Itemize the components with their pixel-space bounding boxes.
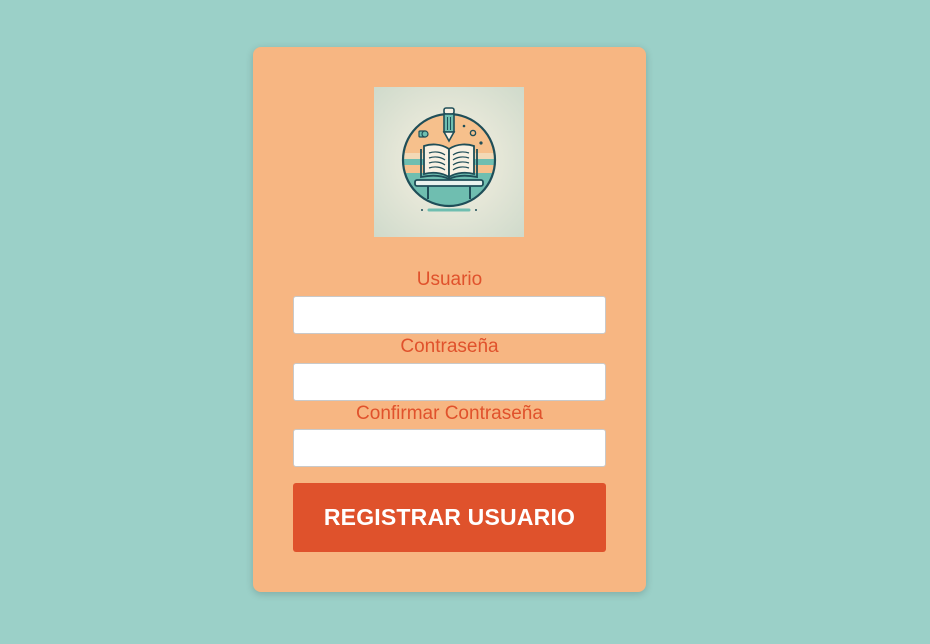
logo-book-icon bbox=[374, 87, 524, 237]
password-label: Contraseña bbox=[400, 336, 499, 357]
password-input[interactable] bbox=[293, 363, 606, 401]
username-input[interactable] bbox=[293, 296, 606, 334]
register-card: Usuario Contraseña Confirmar Contraseña … bbox=[253, 47, 646, 592]
confirm-password-label: Confirmar Contraseña bbox=[356, 403, 543, 424]
register-user-button[interactable]: REGISTRAR USUARIO bbox=[293, 483, 606, 552]
confirm-password-input[interactable] bbox=[293, 429, 606, 467]
username-label: Usuario bbox=[416, 269, 483, 290]
